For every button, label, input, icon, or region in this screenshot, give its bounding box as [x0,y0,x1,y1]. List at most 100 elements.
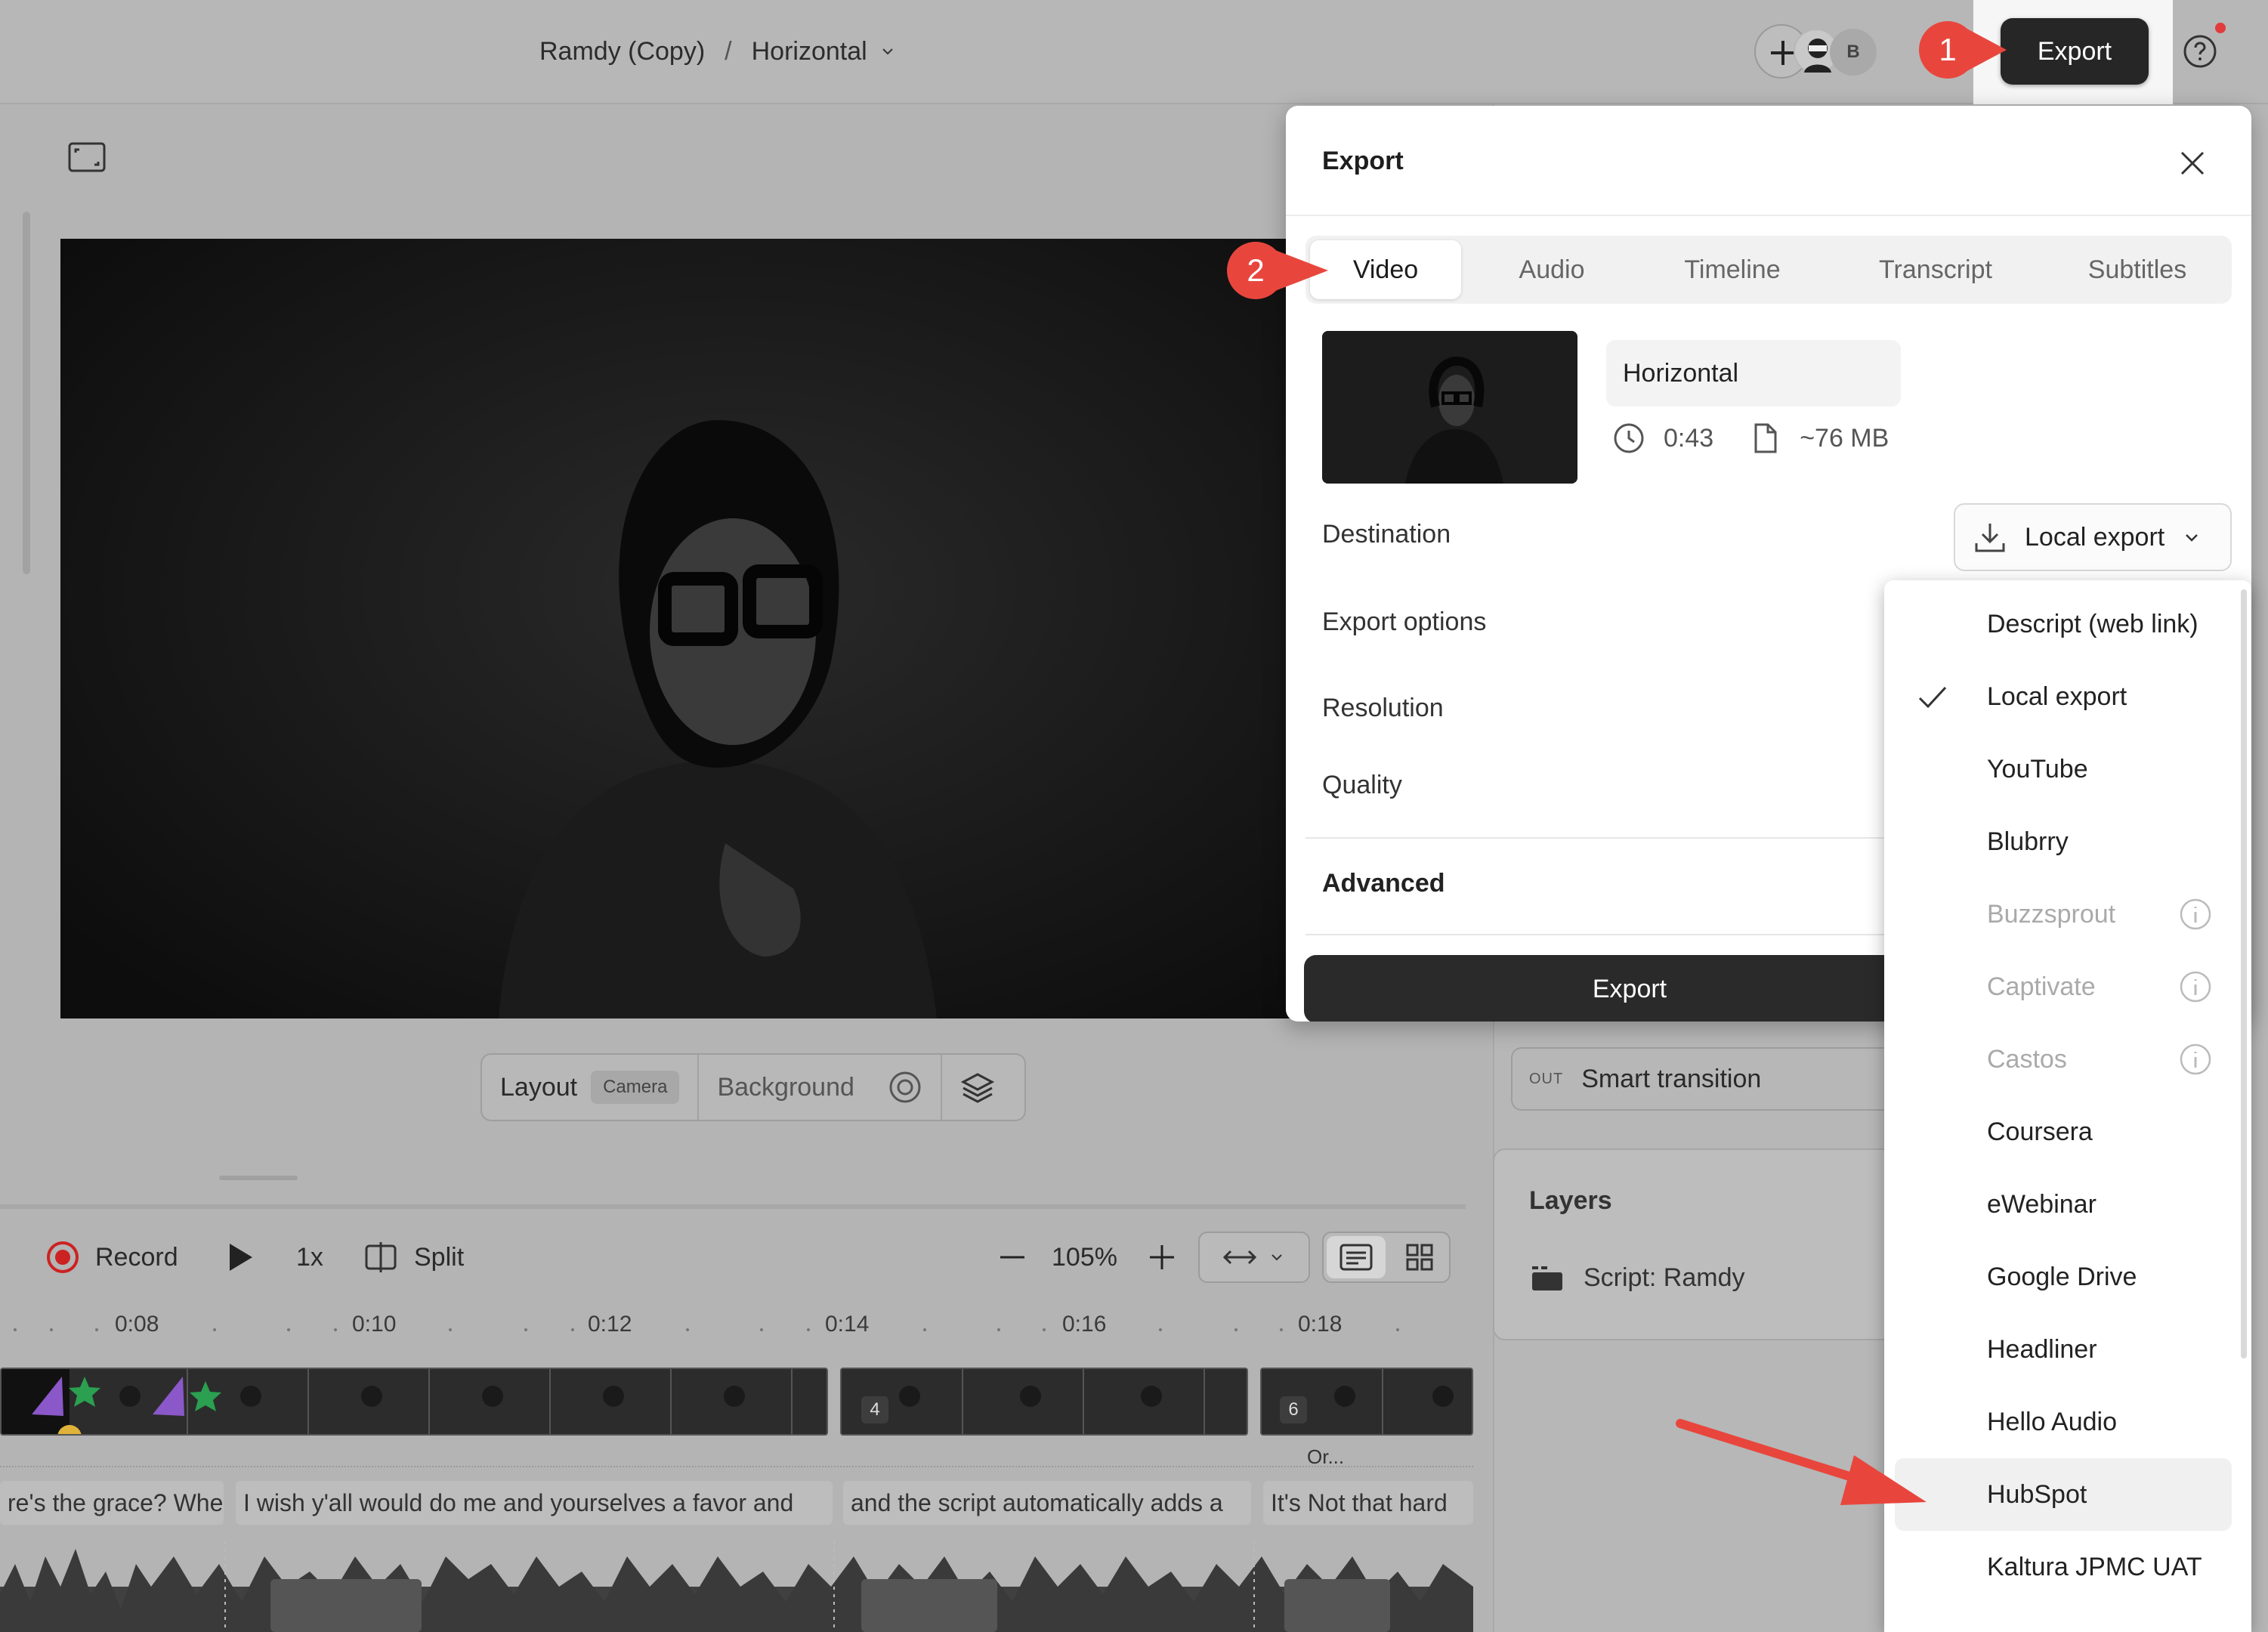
help-icon[interactable] [2182,33,2218,70]
record-label: Record [95,1242,178,1272]
video-clip[interactable] [0,1368,828,1436]
menu-item-ewebinar[interactable]: eWebinar [1884,1168,2251,1241]
ruler-tick [50,1328,53,1331]
tab-audio[interactable]: Audio [1476,240,1627,299]
zoom-in-button[interactable] [1147,1227,1177,1287]
menu-item-label: Kaltura JPMC UAT [1987,1552,2202,1581]
breadcrumb: Ramdy (Copy) / Horizontal [539,30,896,73]
ruler-tick [524,1328,527,1331]
menu-item-label: YouTube [1987,754,2088,784]
script-scene[interactable]: I wish y'all would do me and yourselves … [236,1481,833,1525]
menu-item-castos: Castos [1884,1023,2251,1096]
advanced-toggle[interactable]: Advanced [1322,869,1445,898]
layout-toolbar: Layout Camera Background [480,1053,1026,1121]
check-icon [1918,686,1947,709]
horizontal-arrows-icon [1223,1250,1256,1265]
audio-waveform[interactable] [0,1541,1473,1632]
layer-item-label: Script: Ramdy [1584,1263,1745,1292]
ruler-tick [1280,1328,1283,1331]
script-scene[interactable]: and the script automatically adds a [843,1481,1251,1525]
menu-item-hubspot[interactable]: HubSpot [1895,1458,2232,1531]
menu-item-headliner[interactable]: Headliner [1884,1313,2251,1386]
breadcrumb-separator: / [725,36,732,66]
ruler-tick [95,1328,98,1331]
menu-item-kaltura[interactable]: Kaltura JPMC UAT [1884,1531,2251,1603]
layers-button[interactable] [942,1055,1013,1120]
clip-frames [2,1369,827,1434]
info-icon[interactable] [2179,970,2212,1003]
menu-item-descript[interactable]: Descript (web link) [1884,588,2251,660]
export-submit-label: Export [1592,974,1667,1003]
view-toggle [1322,1232,1451,1283]
split-button[interactable]: Split [364,1227,464,1287]
zoom-out-button[interactable] [997,1227,1027,1287]
background-selector[interactable]: Background [699,1055,942,1120]
tab-video[interactable]: Video [1310,240,1461,299]
resolution-label: Resolution [1322,694,1444,722]
export-dialog-title: Export [1322,147,1404,175]
chevron-down-icon [2186,534,2198,542]
close-icon[interactable] [2179,150,2206,177]
record-icon [47,1241,79,1273]
layers-title: Layers [1529,1186,1612,1215]
chevron-down-icon[interactable] [879,43,896,60]
avatar[interactable]: B [1830,29,1877,76]
breadcrumb-composition[interactable]: Horizontal [752,37,867,66]
video-clip[interactable]: 6 [1260,1368,1473,1436]
script-view-button[interactable] [1327,1236,1386,1278]
tab-subtitles[interactable]: Subtitles [2050,240,2224,299]
fit-screen-icon[interactable] [68,142,106,172]
export-button[interactable]: Export [2001,18,2149,85]
transition-select[interactable]: OUT Smart transition [1511,1047,1904,1111]
step-number: 2 [1247,252,1265,288]
export-options-label: Export options [1322,607,1487,636]
layout-selector[interactable]: Layout Camera [482,1055,700,1120]
ruler-label: 0:18 [1298,1312,1343,1337]
ruler-label: 0:12 [588,1312,632,1337]
menu-item-google-drive[interactable]: Google Drive [1884,1241,2251,1313]
script-layer-icon [1532,1266,1562,1290]
menu-item-local-export[interactable]: Local export [1884,660,2251,733]
script-scene[interactable]: It's Not that hard [1263,1481,1473,1525]
chevron-down-icon [1272,1254,1282,1261]
ruler-tick [334,1328,337,1331]
grid-view-button[interactable] [1390,1236,1449,1278]
plus-icon [1150,1245,1174,1269]
tab-timeline[interactable]: Timeline [1645,240,1819,299]
split-icon [365,1242,397,1272]
timeline-ruler[interactable]: 0:08 0:10 0:12 0:14 0:16 0:18 [0,1312,1466,1351]
clock-icon [1614,423,1644,453]
menu-item-blubrry[interactable]: Blubrry [1884,805,2251,878]
layout-label: Layout [500,1072,578,1102]
tab-transcript[interactable]: Transcript [1834,240,2037,299]
menu-item-youtube[interactable]: YouTube [1884,733,2251,805]
ruler-tick [997,1328,1000,1331]
menu-item-coursera[interactable]: Coursera [1884,1096,2251,1168]
play-button[interactable] [227,1227,254,1287]
info-icon[interactable] [2179,1043,2212,1076]
canvas-scrollbar[interactable] [23,212,30,574]
record-button[interactable]: Record [47,1227,178,1287]
video-canvas[interactable] [60,239,1292,1018]
speed-button[interactable]: 1x [296,1227,323,1287]
video-clip[interactable]: 4 [840,1368,1248,1436]
info-icon[interactable] [2179,898,2212,931]
resize-handle[interactable] [219,1176,298,1180]
script-scene[interactable]: re's the grace? Whe [0,1481,224,1525]
ruler-tick [760,1328,763,1331]
fit-timeline-dropdown[interactable] [1198,1232,1310,1283]
transport-bar: Record 1x Split 105% [0,1227,1481,1287]
menu-item-hello-audio[interactable]: Hello Audio [1884,1386,2251,1458]
menu-item-label: Hello Audio [1987,1407,2118,1436]
ruler-tick [686,1328,689,1331]
ruler-tick [14,1328,17,1331]
destination-value: Local export [2025,522,2165,552]
menu-scrollbar[interactable] [2241,589,2247,1358]
layer-item[interactable]: Script: Ramdy [1529,1263,1745,1293]
breadcrumb-project[interactable]: Ramdy (Copy) [539,37,705,66]
composition-name[interactable]: Horizontal [1606,340,1901,406]
ruler-tick [213,1328,216,1331]
panel-divider[interactable] [0,1204,1466,1209]
transition-value: Smart transition [1581,1064,1762,1093]
destination-dropdown[interactable]: Local export [1954,503,2232,571]
